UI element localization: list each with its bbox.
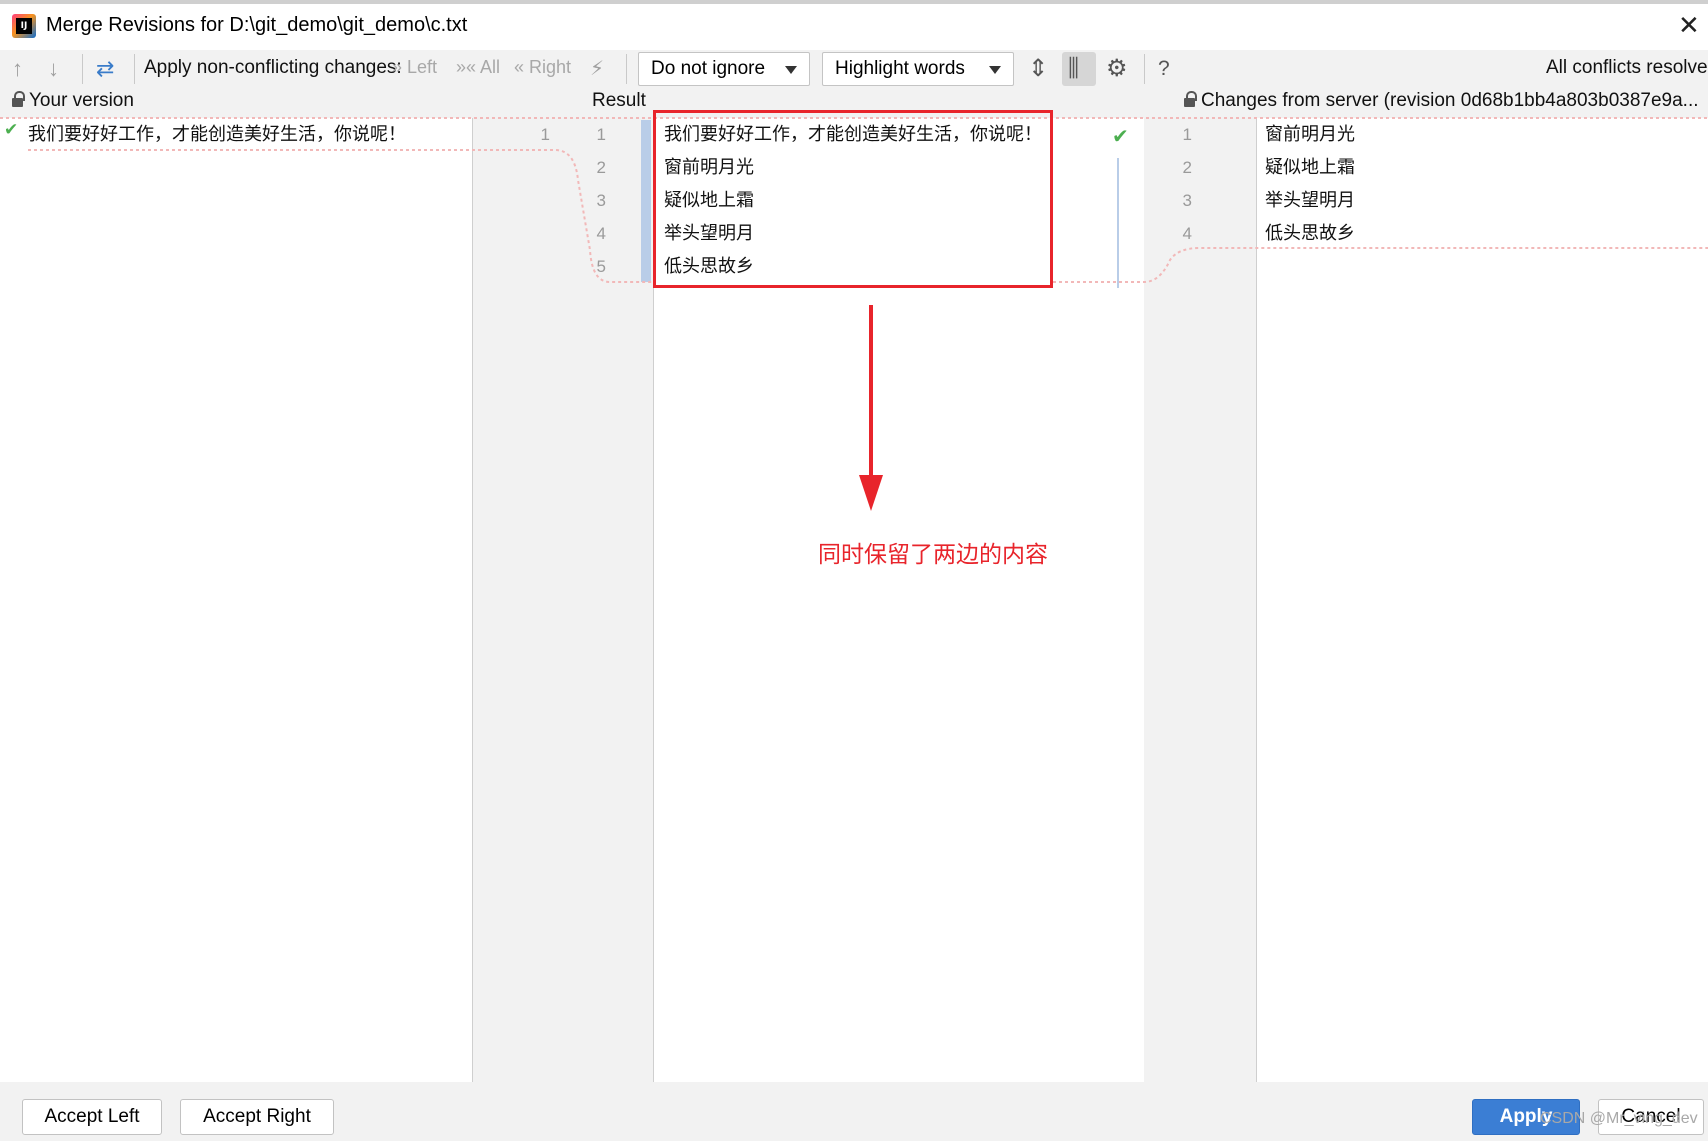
close-icon[interactable]: ✕ bbox=[1678, 12, 1700, 38]
watermark: CSDN @Mr_ving_dev bbox=[1540, 1110, 1698, 1127]
right-pane-header: Changes from server (revision 0d68b1bb4a… bbox=[1184, 90, 1699, 112]
toolbar-separator bbox=[82, 54, 83, 84]
ignore-whitespace-dropdown[interactable]: Do not ignore bbox=[638, 52, 810, 86]
sync-scroll-icon: ⫼ bbox=[1068, 55, 1080, 82]
conflicts-status: All conflicts resolve bbox=[1546, 57, 1708, 78]
app-logo-icon bbox=[12, 14, 36, 38]
double-chevron-both-icon: »« bbox=[456, 57, 477, 77]
result-pane-header: Result bbox=[592, 90, 646, 111]
double-chevron-right-icon: » bbox=[392, 57, 403, 77]
apply-non-conflicting-label: Apply non-conflicting changes: bbox=[144, 57, 402, 78]
lock-icon bbox=[12, 91, 25, 107]
highlight-dropdown-value: Highlight words bbox=[835, 58, 965, 79]
apply-left-button[interactable]: » Left bbox=[392, 57, 437, 78]
annotation-text: 同时保留了两边的内容 bbox=[818, 542, 1048, 568]
arrow-down-icon[interactable]: ↓ bbox=[48, 56, 59, 82]
toolbar-separator bbox=[626, 54, 627, 84]
right-pane-title: Changes from server (revision 0d68b1bb4a… bbox=[1201, 90, 1699, 111]
collapse-unchanged-icon[interactable]: ⇕ bbox=[1028, 55, 1048, 83]
annotation-highlight-box bbox=[653, 110, 1053, 288]
left-pane-title: Your version bbox=[29, 90, 134, 111]
toolbar-separator bbox=[134, 54, 135, 84]
magic-wand-icon[interactable]: ⚡ bbox=[590, 56, 604, 82]
ignore-dropdown-value: Do not ignore bbox=[651, 58, 766, 79]
toolbar-separator bbox=[1144, 54, 1145, 84]
lock-icon bbox=[1184, 91, 1197, 107]
chevron-down-icon bbox=[989, 66, 1001, 74]
accept-right-button[interactable]: Accept Right bbox=[180, 1099, 334, 1135]
double-chevron-left-icon: « bbox=[514, 57, 525, 77]
apply-right-label: Right bbox=[529, 57, 572, 77]
accept-left-button[interactable]: Accept Left bbox=[22, 1099, 162, 1135]
gear-icon[interactable]: ⚙ bbox=[1106, 55, 1128, 83]
highlight-mode-dropdown[interactable]: Highlight words bbox=[822, 52, 1014, 86]
left-pane-header: Your version bbox=[12, 90, 134, 112]
magic-resolve-icon[interactable]: ⇄ bbox=[96, 56, 114, 82]
apply-all-button[interactable]: »« All bbox=[456, 57, 500, 78]
chevron-down-icon bbox=[785, 66, 797, 74]
help-icon[interactable]: ? bbox=[1158, 57, 1170, 81]
arrow-down-icon bbox=[859, 475, 883, 511]
apply-right-button[interactable]: « Right bbox=[514, 57, 571, 78]
arrow-up-icon[interactable]: ↑ bbox=[12, 56, 23, 82]
apply-left-label: Left bbox=[407, 57, 438, 77]
window-title: Merge Revisions for D:\git_demo\git_demo… bbox=[46, 14, 468, 36]
apply-all-label: All bbox=[480, 57, 501, 77]
annotation-arrow bbox=[869, 305, 873, 480]
